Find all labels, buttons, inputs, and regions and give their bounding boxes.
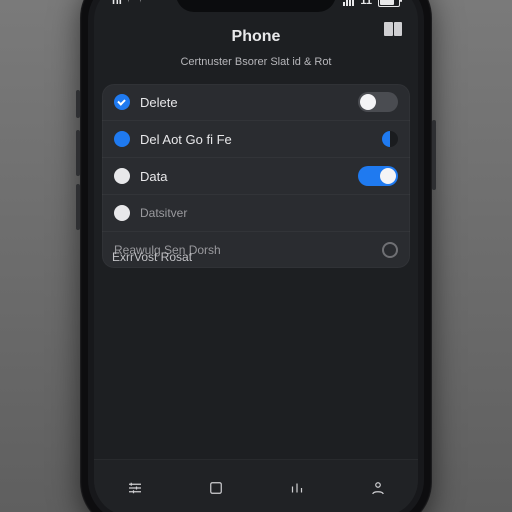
- wifi-icon: [128, 0, 141, 6]
- dot-icon: [114, 205, 130, 221]
- phone-frame: hI 11 Phone Certnuster Bsorer Slat: [80, 0, 432, 512]
- square-icon: [207, 479, 225, 497]
- tab-box[interactable]: [205, 477, 227, 499]
- power-button[interactable]: [432, 120, 436, 190]
- mute-switch[interactable]: [76, 90, 80, 118]
- signal-icon: [343, 0, 354, 6]
- battery-icon: [378, 0, 400, 7]
- sliders-icon: [126, 479, 144, 497]
- toggle-data[interactable]: [358, 166, 398, 186]
- reset-link[interactable]: ExrrVost Rosat: [112, 244, 400, 270]
- row-label: Del Aot Go fi Fe: [140, 132, 382, 147]
- page-title: Phone: [232, 28, 281, 46]
- row-label: Delete: [140, 95, 358, 110]
- status-right-text: 11: [360, 0, 372, 7]
- volume-up-button[interactable]: [76, 130, 80, 176]
- settings-list: Delete Del Aot Go fi Fe Data: [102, 84, 410, 268]
- volume-down-button[interactable]: [76, 184, 80, 230]
- toggle-half[interactable]: [382, 131, 398, 147]
- tab-chart[interactable]: [286, 477, 308, 499]
- row-data[interactable]: Data: [102, 158, 410, 195]
- toggle-delete[interactable]: [358, 92, 398, 112]
- row-datsitver[interactable]: Datsitver: [102, 195, 410, 232]
- notch: [176, 0, 336, 12]
- screen: hI 11 Phone Certnuster Bsorer Slat: [94, 0, 418, 512]
- row-label: Datsitver: [140, 206, 398, 220]
- page-header: Phone Certnuster Bsorer Slat id & Rot: [94, 26, 418, 82]
- bars-icon: [288, 479, 306, 497]
- status-left-text: hI: [112, 0, 122, 7]
- links-block: ExrrVost Rosat: [112, 244, 400, 270]
- tab-profile[interactable]: [367, 477, 389, 499]
- row-del-aot[interactable]: Del Aot Go fi Fe: [102, 121, 410, 158]
- tab-sliders[interactable]: [124, 477, 146, 499]
- row-label: Data: [140, 169, 358, 184]
- dot-icon: [114, 168, 130, 184]
- row-delete[interactable]: Delete: [102, 84, 410, 121]
- tab-bar: [94, 459, 418, 512]
- person-icon: [369, 479, 387, 497]
- page-subtitle: Certnuster Bsorer Slat id & Rot: [180, 56, 331, 68]
- check-circle-icon: [114, 94, 130, 110]
- dot-icon: [114, 131, 130, 147]
